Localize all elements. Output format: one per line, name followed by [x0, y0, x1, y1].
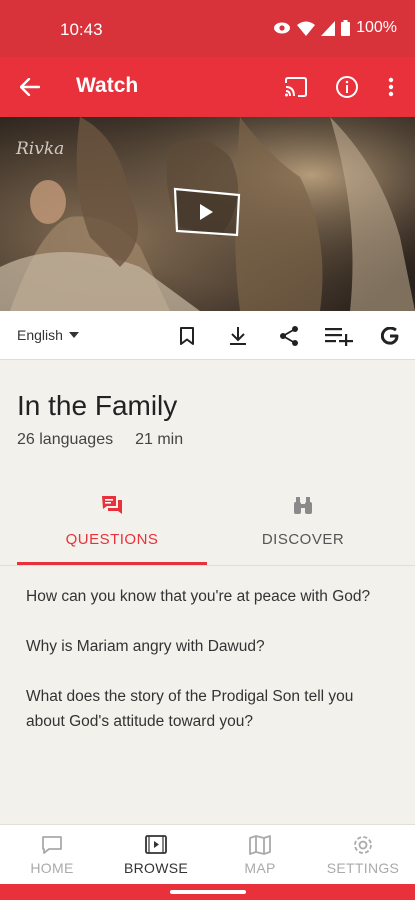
page-title: Watch	[76, 74, 139, 97]
action-toolbar: English	[0, 311, 415, 360]
info-button[interactable]	[331, 71, 363, 103]
nav-home[interactable]: HOME	[0, 825, 104, 885]
info-icon	[336, 76, 358, 98]
nav-settings-label: SETTINGS	[326, 860, 400, 876]
add-to-playlist-button[interactable]	[324, 322, 356, 350]
film-meta: 26 languages 21 min	[17, 431, 183, 449]
nav-browse-label: BROWSE	[123, 860, 189, 876]
download-icon	[230, 327, 246, 345]
nav-home-label: HOME	[30, 860, 74, 876]
video-player[interactable]: Rivka	[0, 117, 415, 311]
status-icons: 100%	[273, 19, 397, 37]
app-bar: Watch	[0, 57, 415, 117]
nav-map[interactable]: MAP	[208, 825, 312, 885]
download-button[interactable]	[224, 322, 252, 350]
gospel-logo-icon	[381, 327, 399, 345]
settings-icon	[354, 836, 372, 854]
nav-browse[interactable]: BROWSE	[104, 825, 208, 885]
video-caption: Rivka	[16, 139, 65, 159]
status-bar: 10:43 100%	[0, 0, 415, 57]
language-label: English	[17, 327, 63, 343]
share-icon	[280, 326, 298, 346]
questions-list: How can you know that you're at peace wi…	[26, 584, 386, 759]
cast-icon	[285, 77, 307, 97]
questions-icon	[102, 496, 122, 514]
nav-settings[interactable]: SETTINGS	[311, 825, 415, 885]
list-item: How can you know that you're at peace wi…	[26, 588, 371, 605]
language-count: 26 languages	[17, 431, 114, 448]
tab-questions[interactable]: QUESTIONS	[17, 488, 207, 566]
home-indicator[interactable]	[170, 890, 246, 894]
duration: 21 min	[135, 431, 184, 448]
nav-map-label: MAP	[244, 860, 276, 876]
play-icon[interactable]	[173, 187, 241, 237]
film-title: In the Family	[17, 390, 178, 421]
chevron-down-icon	[68, 332, 79, 338]
language-select[interactable]: English	[17, 327, 79, 343]
share-button[interactable]	[275, 322, 303, 350]
battery-icon	[341, 20, 351, 36]
cast-button[interactable]	[280, 71, 312, 103]
more-options-button[interactable]	[375, 71, 407, 103]
signal-icon	[321, 20, 336, 36]
browse-icon	[145, 835, 167, 854]
home-icon	[42, 836, 62, 854]
list-item: What does the story of the Prodigal Son …	[26, 688, 354, 730]
bottom-navigation: HOME BROWSE MAP SETTINGS	[0, 824, 415, 884]
back-button[interactable]	[14, 71, 46, 103]
list-item: Why is Mariam angry with Dawud?	[26, 638, 265, 655]
binoculars-icon	[294, 497, 312, 514]
status-time: 10:43	[60, 20, 103, 39]
bookmark-button[interactable]	[173, 322, 201, 350]
tab-discover[interactable]: DISCOVER	[208, 488, 398, 566]
map-icon	[249, 835, 271, 855]
battery-level: 100%	[356, 19, 397, 36]
gospel-app-button[interactable]	[376, 322, 404, 350]
tab-discover-label: DISCOVER	[261, 531, 345, 548]
tab-divider	[0, 565, 415, 566]
system-nav-bar	[0, 884, 415, 900]
more-vert-icon	[388, 77, 394, 97]
bookmark-icon	[180, 327, 194, 345]
playlist-add-icon	[325, 328, 353, 346]
eye-icon	[274, 22, 291, 34]
tab-questions-label: QUESTIONS	[65, 531, 159, 548]
back-arrow-icon	[20, 78, 40, 96]
wifi-icon	[297, 21, 316, 36]
